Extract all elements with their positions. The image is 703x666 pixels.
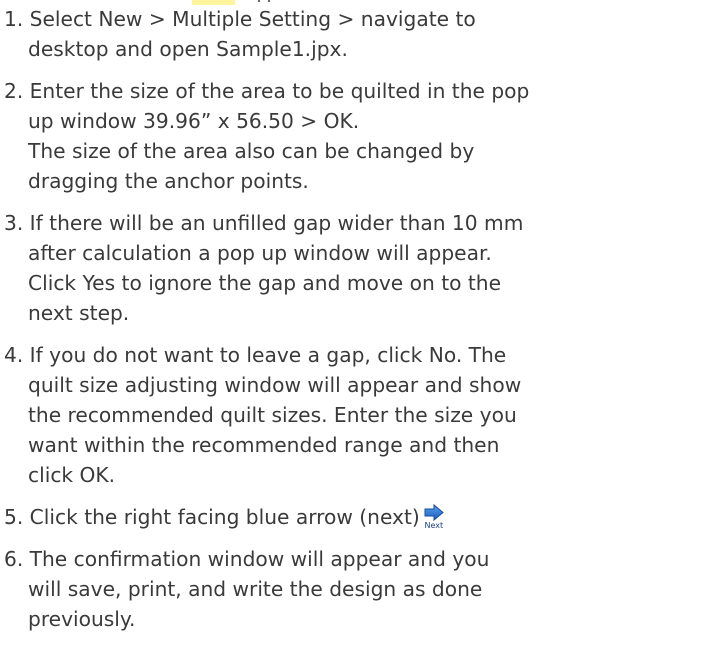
step-2: 2. Enter the size of the area to be quil…: [0, 76, 703, 196]
step-line: click OK.: [28, 463, 116, 487]
step-6: 6. The confirmation window will appear a…: [0, 544, 703, 634]
step-line: next step.: [28, 301, 130, 325]
instruction-steps: 1. Select New > Multiple Setting > navig…: [0, 4, 703, 646]
step-line: 1. Select New > Multiple Setting > navig…: [4, 7, 476, 31]
step-4: 4. If you do not want to leave a gap, cl…: [0, 340, 703, 490]
step-line-with-icon: 5. Click the right facing blue arrow (ne…: [4, 502, 695, 532]
step-5: 5. Click the right facing blue arrow (ne…: [0, 502, 703, 532]
text-fragment: [268, 0, 270, 2]
next-icon-label: Next: [424, 521, 444, 530]
step-3: 3. If there will be an unfilled gap wide…: [0, 208, 703, 328]
step-line: Click Yes to ignore the gap and move on …: [28, 271, 502, 295]
text-fragment: [258, 0, 260, 2]
step-line: will save, print, and write the design a…: [28, 577, 483, 601]
next-arrow-graphic: [424, 504, 444, 522]
step-line: want within the recommended range and th…: [28, 433, 500, 457]
step-line: the recommended quilt sizes. Enter the s…: [28, 403, 517, 427]
step-line: 3. If there will be an unfilled gap wide…: [4, 211, 524, 235]
step-line: 5. Click the right facing blue arrow (ne…: [4, 505, 420, 529]
step-line: quilt size adjusting window will appear …: [28, 373, 522, 397]
step-line: 6. The confirmation window will appear a…: [4, 547, 490, 571]
step-line: The size of the area also can be changed…: [28, 139, 475, 163]
step-line: 4. If you do not want to leave a gap, cl…: [4, 343, 507, 367]
step-line: previously.: [28, 607, 136, 631]
next-arrow-icon: Next: [422, 502, 446, 532]
step-line: dragging the anchor points.: [28, 169, 309, 193]
step-line: after calculation a pop up window will a…: [28, 241, 492, 265]
step-1: 1. Select New > Multiple Setting > navig…: [0, 4, 703, 64]
step-line: desktop and open Sample1.jpx.: [28, 37, 348, 61]
step-line: 2. Enter the size of the area to be quil…: [4, 79, 530, 103]
step-line: up window 39.96” x 56.50 > OK.: [28, 109, 360, 133]
